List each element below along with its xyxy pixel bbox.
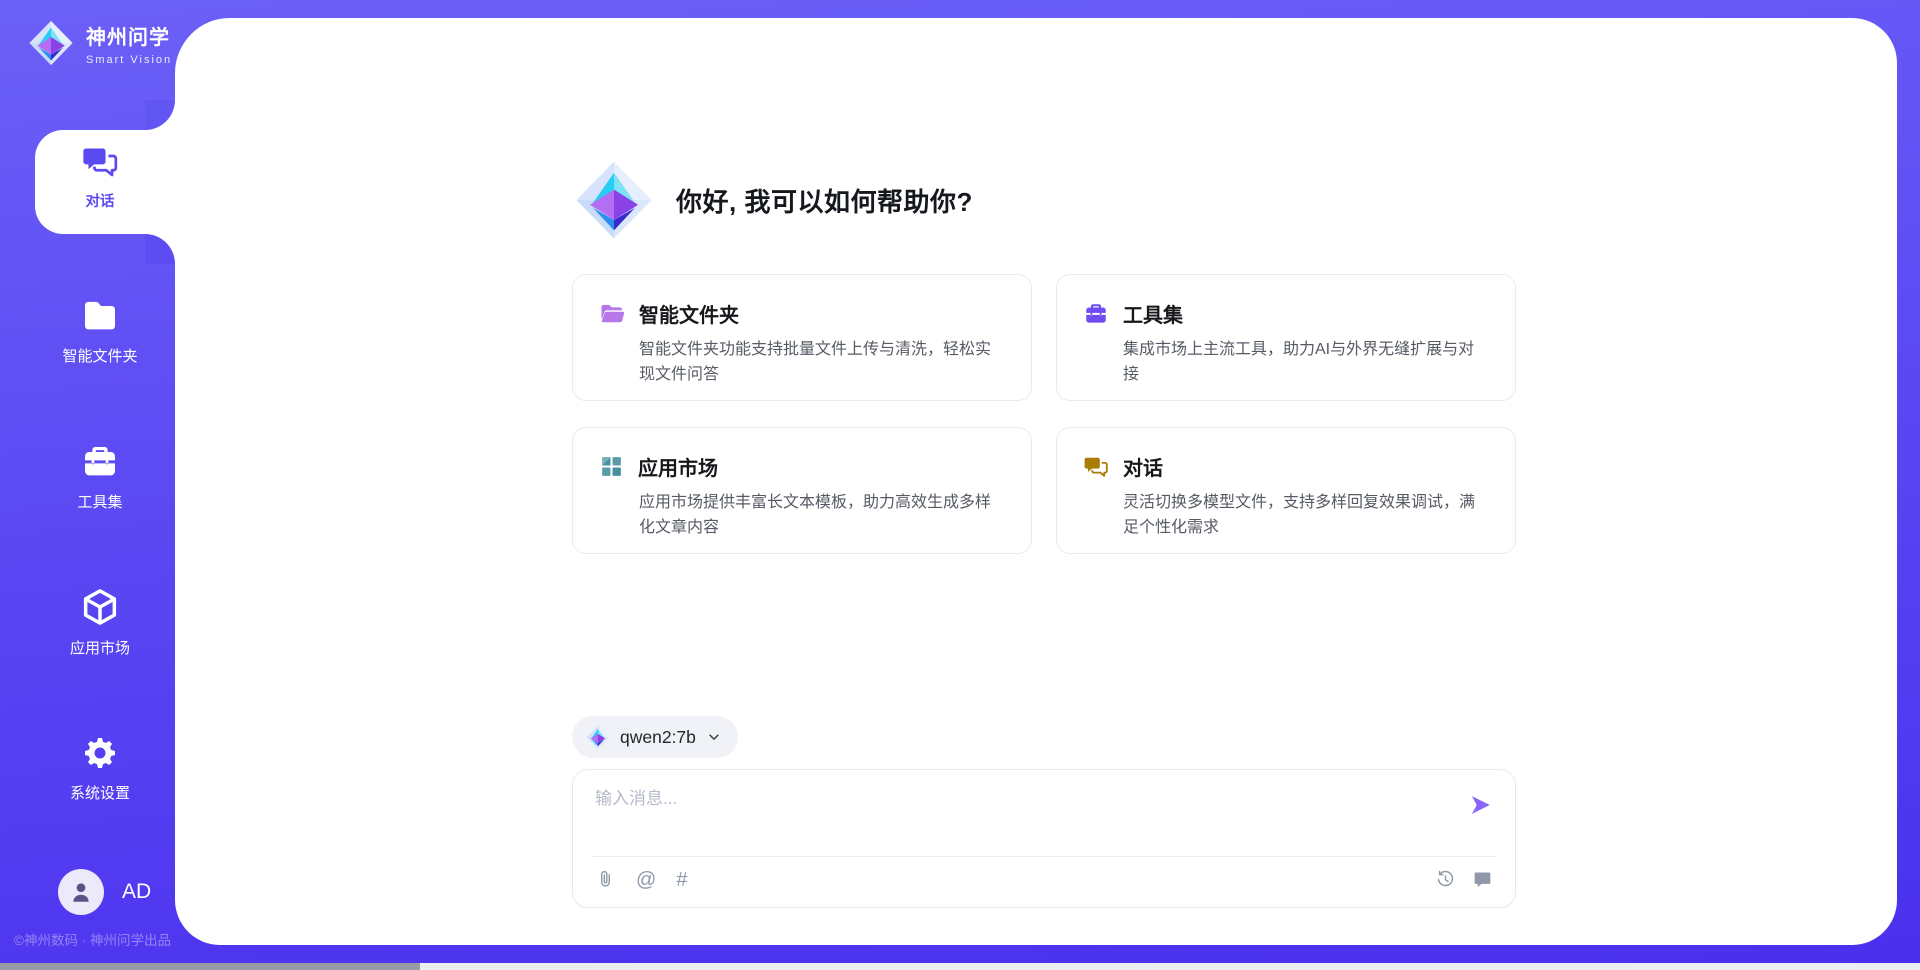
- card-title: 工具集: [1123, 299, 1183, 328]
- comment-icon[interactable]: [1472, 869, 1493, 890]
- sidebar-item-label: 工具集: [20, 491, 180, 512]
- hash-icon[interactable]: #: [676, 870, 687, 890]
- card-title: 智能文件夹: [639, 299, 739, 328]
- message-input[interactable]: [595, 784, 1455, 848]
- paperclip-icon[interactable]: [595, 869, 616, 890]
- model-logo-icon: [586, 725, 610, 749]
- toolbox-icon: [1083, 301, 1109, 327]
- chat-icon: [20, 143, 180, 181]
- greeting-text: 你好, 我可以如何帮助你?: [676, 182, 973, 219]
- sidebar-item-label: 对话: [20, 190, 180, 211]
- horizontal-scrollbar-track[interactable]: [0, 963, 1920, 970]
- brand-subtitle: Smart Vision: [86, 54, 172, 66]
- message-composer: @ #: [572, 769, 1516, 908]
- nav-curve-top: [145, 100, 175, 130]
- user-name: AD: [122, 880, 151, 904]
- cube-icon: [20, 586, 180, 628]
- card-title: 应用市场: [638, 452, 718, 481]
- nav-curve-bottom: [145, 234, 175, 264]
- sidebar-item-label: 智能文件夹: [20, 345, 180, 366]
- send-icon[interactable]: [1467, 792, 1493, 818]
- card-description: 集成市场上主流工具，助力AI与外界无缝扩展与对接: [1123, 338, 1489, 388]
- sidebar-item-smart-folder[interactable]: 智能文件夹: [20, 296, 180, 366]
- card-app-market[interactable]: 应用市场 应用市场提供丰富长文本模板，助力高效生成多样化文章内容: [572, 427, 1032, 554]
- card-toolset[interactable]: 工具集 集成市场上主流工具，助力AI与外界无缝扩展与对接: [1056, 274, 1516, 401]
- folder-open-icon: [599, 301, 625, 327]
- brand: 神州问学 Smart Vision: [28, 20, 172, 66]
- sidebar-item-label: 应用市场: [20, 637, 180, 658]
- card-smart-folder[interactable]: 智能文件夹 智能文件夹功能支持批量文件上传与清洗，轻松实现文件问答: [572, 274, 1032, 401]
- chat-icon: [1083, 454, 1109, 480]
- card-title: 对话: [1123, 452, 1163, 481]
- card-description: 灵活切换多模型文件，支持多样回复效果调试，满足个性化需求: [1123, 491, 1489, 541]
- sidebar-item-settings[interactable]: 系统设置: [20, 733, 180, 803]
- brand-logo-icon: [28, 20, 74, 66]
- gear-icon: [20, 733, 180, 773]
- user-profile[interactable]: AD: [58, 869, 151, 915]
- sidebar-item-label: 系统设置: [20, 782, 180, 803]
- composer-divider: [591, 856, 1497, 857]
- card-description: 应用市场提供丰富长文本模板，助力高效生成多样化文章内容: [639, 491, 1005, 541]
- feature-cards: 智能文件夹 智能文件夹功能支持批量文件上传与清洗，轻松实现文件问答 工具集 集成…: [572, 274, 1516, 554]
- sidebar-item-chat[interactable]: 对话: [20, 143, 180, 211]
- avatar: [58, 869, 104, 915]
- model-selector[interactable]: qwen2:7b: [572, 716, 738, 758]
- sidebar-item-toolset[interactable]: 工具集: [20, 442, 180, 512]
- greeting: 你好, 我可以如何帮助你?: [574, 160, 973, 240]
- folder-icon: [20, 296, 180, 336]
- toolbox-icon: [20, 442, 180, 482]
- sidebar-footer: ©神州数码 · 神州问学出品: [14, 929, 171, 949]
- user-icon: [68, 879, 94, 905]
- apps-icon: [599, 454, 624, 479]
- brand-name: 神州问学: [86, 21, 172, 50]
- at-mention-icon[interactable]: @: [636, 870, 656, 890]
- sidebar-item-app-market[interactable]: 应用市场: [20, 586, 180, 658]
- card-chat[interactable]: 对话 灵活切换多模型文件，支持多样回复效果调试，满足个性化需求: [1056, 427, 1516, 554]
- horizontal-scrollbar-thumb[interactable]: [0, 963, 420, 970]
- history-icon[interactable]: [1435, 869, 1456, 890]
- greeting-logo-icon: [574, 160, 654, 240]
- model-name: qwen2:7b: [620, 727, 696, 748]
- chevron-down-icon: [706, 729, 722, 745]
- card-description: 智能文件夹功能支持批量文件上传与清洗，轻松实现文件问答: [639, 338, 1005, 388]
